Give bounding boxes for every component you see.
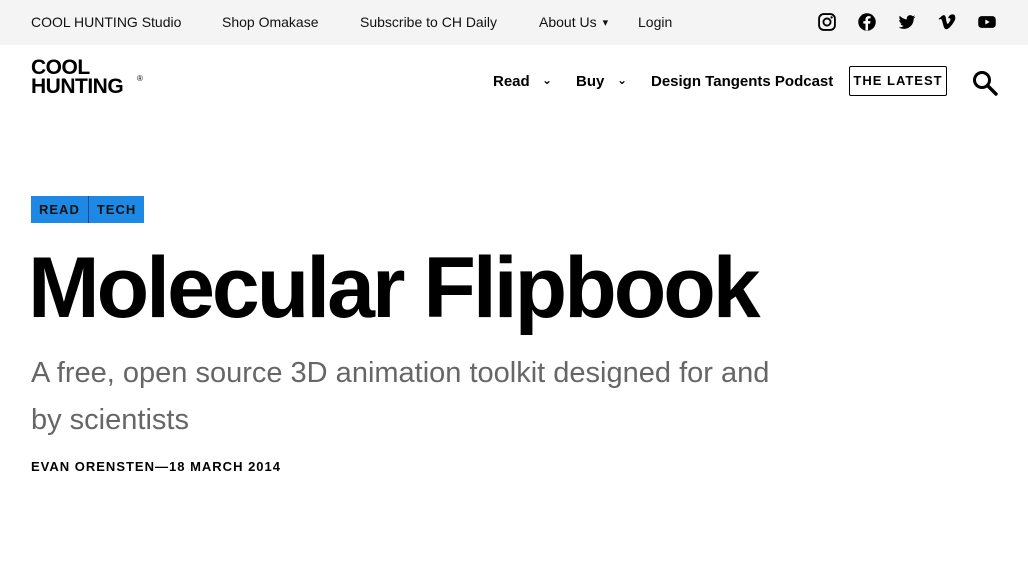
logo-line-2: HUNTING (31, 75, 124, 98)
category-tags: READ TECH (31, 196, 145, 223)
logo-registered-mark: ® (137, 74, 143, 83)
nav-design-tangents-podcast[interactable]: Design Tangents Podcast (651, 74, 833, 90)
studio-link[interactable]: COOL HUNTING Studio (31, 14, 181, 30)
tag-read[interactable]: READ (31, 196, 88, 223)
facebook-icon[interactable] (857, 12, 877, 32)
about-us-label: About Us (539, 14, 597, 30)
cool-hunting-logo[interactable]: COOL HUNTING ® (31, 57, 143, 98)
nav-buy[interactable]: Buy (576, 74, 604, 90)
youtube-icon[interactable] (977, 12, 997, 32)
byline: EVAN ORENSTEN—18 MARCH 2014 (31, 459, 281, 474)
instagram-icon[interactable] (817, 12, 837, 32)
article-title: Molecular Flipbook (28, 240, 761, 336)
chevron-down-icon[interactable]: ⌄ (542, 73, 552, 87)
chevron-down-icon[interactable]: ⌄ (617, 73, 627, 87)
the-latest-button[interactable]: THE LATEST (849, 66, 947, 96)
tag-tech[interactable]: TECH (87, 196, 144, 223)
byline-separator: — (155, 459, 169, 474)
nav-read[interactable]: Read (493, 74, 530, 90)
login-link[interactable]: Login (638, 14, 672, 30)
publish-date: 18 MARCH 2014 (169, 459, 281, 474)
article-subtitle: A free, open source 3D animation toolkit… (31, 357, 770, 436)
subscribe-link[interactable]: Subscribe to CH Daily (360, 14, 497, 30)
top-bar: COOL HUNTING Studio Shop Omakase Subscri… (0, 0, 1028, 45)
shop-omakase-link[interactable]: Shop Omakase (222, 14, 319, 30)
search-icon[interactable] (972, 70, 998, 96)
twitter-icon[interactable] (897, 12, 917, 32)
chevron-down-icon: ▾ (602, 17, 609, 29)
vimeo-icon[interactable] (937, 12, 957, 32)
about-us-link[interactable]: About Us ▾ (539, 14, 608, 32)
author-link[interactable]: EVAN ORENSTEN (31, 459, 155, 474)
